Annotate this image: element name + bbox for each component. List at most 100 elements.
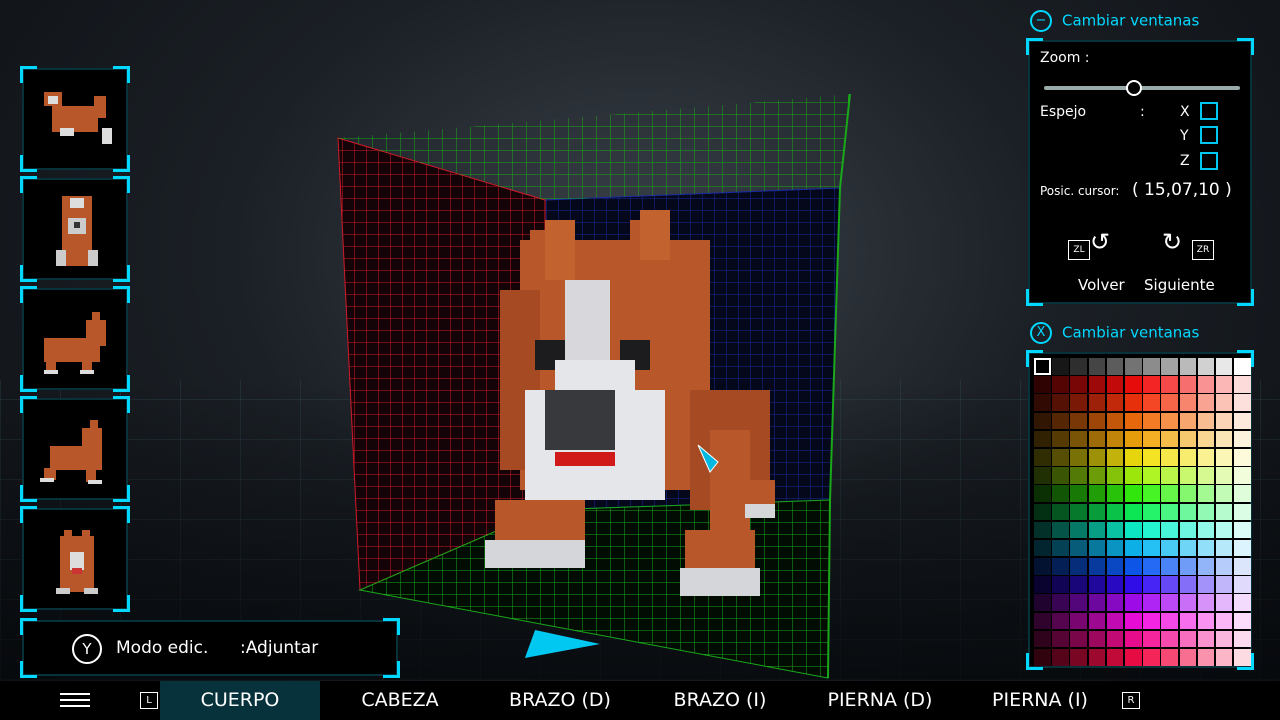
palette-swatch[interactable] [1161,467,1178,484]
palette-swatch[interactable] [1106,558,1124,575]
palette-swatch[interactable] [1197,649,1215,666]
palette-swatch[interactable] [1106,358,1124,375]
palette-swatch[interactable] [1034,376,1051,393]
palette-swatch[interactable] [1215,612,1233,630]
palette-swatch[interactable] [1052,649,1069,666]
palette-swatch[interactable] [1124,430,1142,448]
palette-swatch[interactable] [1197,448,1215,466]
y-button-icon[interactable]: Y [72,634,102,664]
palette-swatch[interactable] [1106,612,1124,630]
palette-swatch[interactable] [1070,503,1087,521]
palette-swatch[interactable] [1088,594,1106,612]
palette-swatch[interactable] [1215,558,1233,575]
top-panel-header[interactable]: − Cambiar ventanas [1030,10,1199,32]
thumbnail-side-view[interactable] [20,286,130,392]
palette-swatch[interactable] [1124,467,1142,484]
palette-swatch[interactable] [1070,430,1087,448]
palette-swatch[interactable] [1234,521,1251,539]
palette-swatch[interactable] [1179,558,1197,575]
palette-swatch[interactable] [1106,430,1124,448]
palette-swatch[interactable] [1143,558,1160,575]
tab-cuerpo[interactable]: CUERPO [160,681,320,720]
palette-swatch[interactable] [1052,630,1069,648]
palette-swatch[interactable] [1088,612,1106,630]
palette-swatch[interactable] [1052,503,1069,521]
palette-swatch[interactable] [1052,448,1069,466]
palette-swatch[interactable] [1215,448,1233,466]
palette-swatch[interactable] [1234,576,1251,593]
palette-swatch[interactable] [1161,394,1178,411]
palette-swatch[interactable] [1034,594,1051,612]
palette-swatch[interactable] [1124,521,1142,539]
palette-swatch[interactable] [1179,612,1197,630]
palette-swatch[interactable] [1215,394,1233,411]
palette-swatch[interactable] [1234,430,1251,448]
palette-swatch[interactable] [1070,485,1087,502]
palette-swatch[interactable] [1106,576,1124,593]
palette-swatch[interactable] [1179,485,1197,502]
palette-swatch[interactable] [1161,448,1178,466]
palette-swatch[interactable] [1161,630,1178,648]
palette-swatch[interactable] [1179,594,1197,612]
palette-swatch[interactable] [1161,503,1178,521]
redo-label[interactable]: Siguiente [1144,276,1215,294]
palette-swatch[interactable] [1070,576,1087,593]
palette-swatch[interactable] [1215,649,1233,666]
palette-swatch[interactable] [1070,539,1087,557]
palette-swatch[interactable] [1034,521,1051,539]
palette-swatch[interactable] [1161,358,1178,375]
palette-swatch[interactable] [1088,376,1106,393]
palette-swatch[interactable] [1124,594,1142,612]
palette-swatch[interactable] [1179,539,1197,557]
palette-swatch[interactable] [1234,412,1251,430]
palette-swatch[interactable] [1234,612,1251,630]
color-palette-grid[interactable] [1034,358,1251,666]
palette-swatch[interactable] [1197,576,1215,593]
palette-swatch[interactable] [1197,467,1215,484]
palette-swatch[interactable] [1088,412,1106,430]
zl-button-icon[interactable]: ZL [1068,240,1090,260]
palette-swatch[interactable] [1215,430,1233,448]
palette-swatch[interactable] [1088,576,1106,593]
palette-swatch[interactable] [1124,558,1142,575]
thumbnail-side-view-alt[interactable] [20,396,130,502]
menu-icon[interactable] [60,693,90,707]
palette-swatch[interactable] [1179,630,1197,648]
zoom-slider[interactable] [1044,80,1240,96]
palette-swatch[interactable] [1143,376,1160,393]
palette-swatch[interactable] [1161,412,1178,430]
palette-swatch[interactable] [1034,358,1051,375]
tab-brazo-i[interactable]: BRAZO (I) [640,681,800,720]
palette-swatch[interactable] [1215,594,1233,612]
palette-swatch[interactable] [1052,430,1069,448]
palette-swatch[interactable] [1088,630,1106,648]
palette-swatch[interactable] [1034,485,1051,502]
palette-swatch[interactable] [1161,376,1178,393]
palette-swatch[interactable] [1197,612,1215,630]
palette-swatch[interactable] [1179,467,1197,484]
palette-swatch[interactable] [1124,630,1142,648]
palette-swatch[interactable] [1034,448,1051,466]
palette-swatch[interactable] [1088,485,1106,502]
palette-swatch[interactable] [1124,612,1142,630]
palette-swatch[interactable] [1179,576,1197,593]
palette-swatch[interactable] [1034,412,1051,430]
palette-swatch[interactable] [1070,630,1087,648]
palette-swatch[interactable] [1034,612,1051,630]
palette-swatch[interactable] [1197,412,1215,430]
palette-swatch[interactable] [1070,412,1087,430]
palette-swatch[interactable] [1088,521,1106,539]
palette-swatch[interactable] [1179,430,1197,448]
palette-swatch[interactable] [1124,485,1142,502]
mirror-x-checkbox[interactable] [1200,102,1218,120]
palette-swatch[interactable] [1215,630,1233,648]
palette-swatch[interactable] [1161,576,1178,593]
palette-swatch[interactable] [1052,521,1069,539]
palette-swatch[interactable] [1124,649,1142,666]
palette-swatch[interactable] [1179,521,1197,539]
rotate-arrow-icon[interactable] [524,630,606,658]
palette-swatch[interactable] [1088,558,1106,575]
palette-swatch[interactable] [1197,521,1215,539]
palette-swatch[interactable] [1070,612,1087,630]
minus-button-icon[interactable]: − [1030,10,1052,32]
